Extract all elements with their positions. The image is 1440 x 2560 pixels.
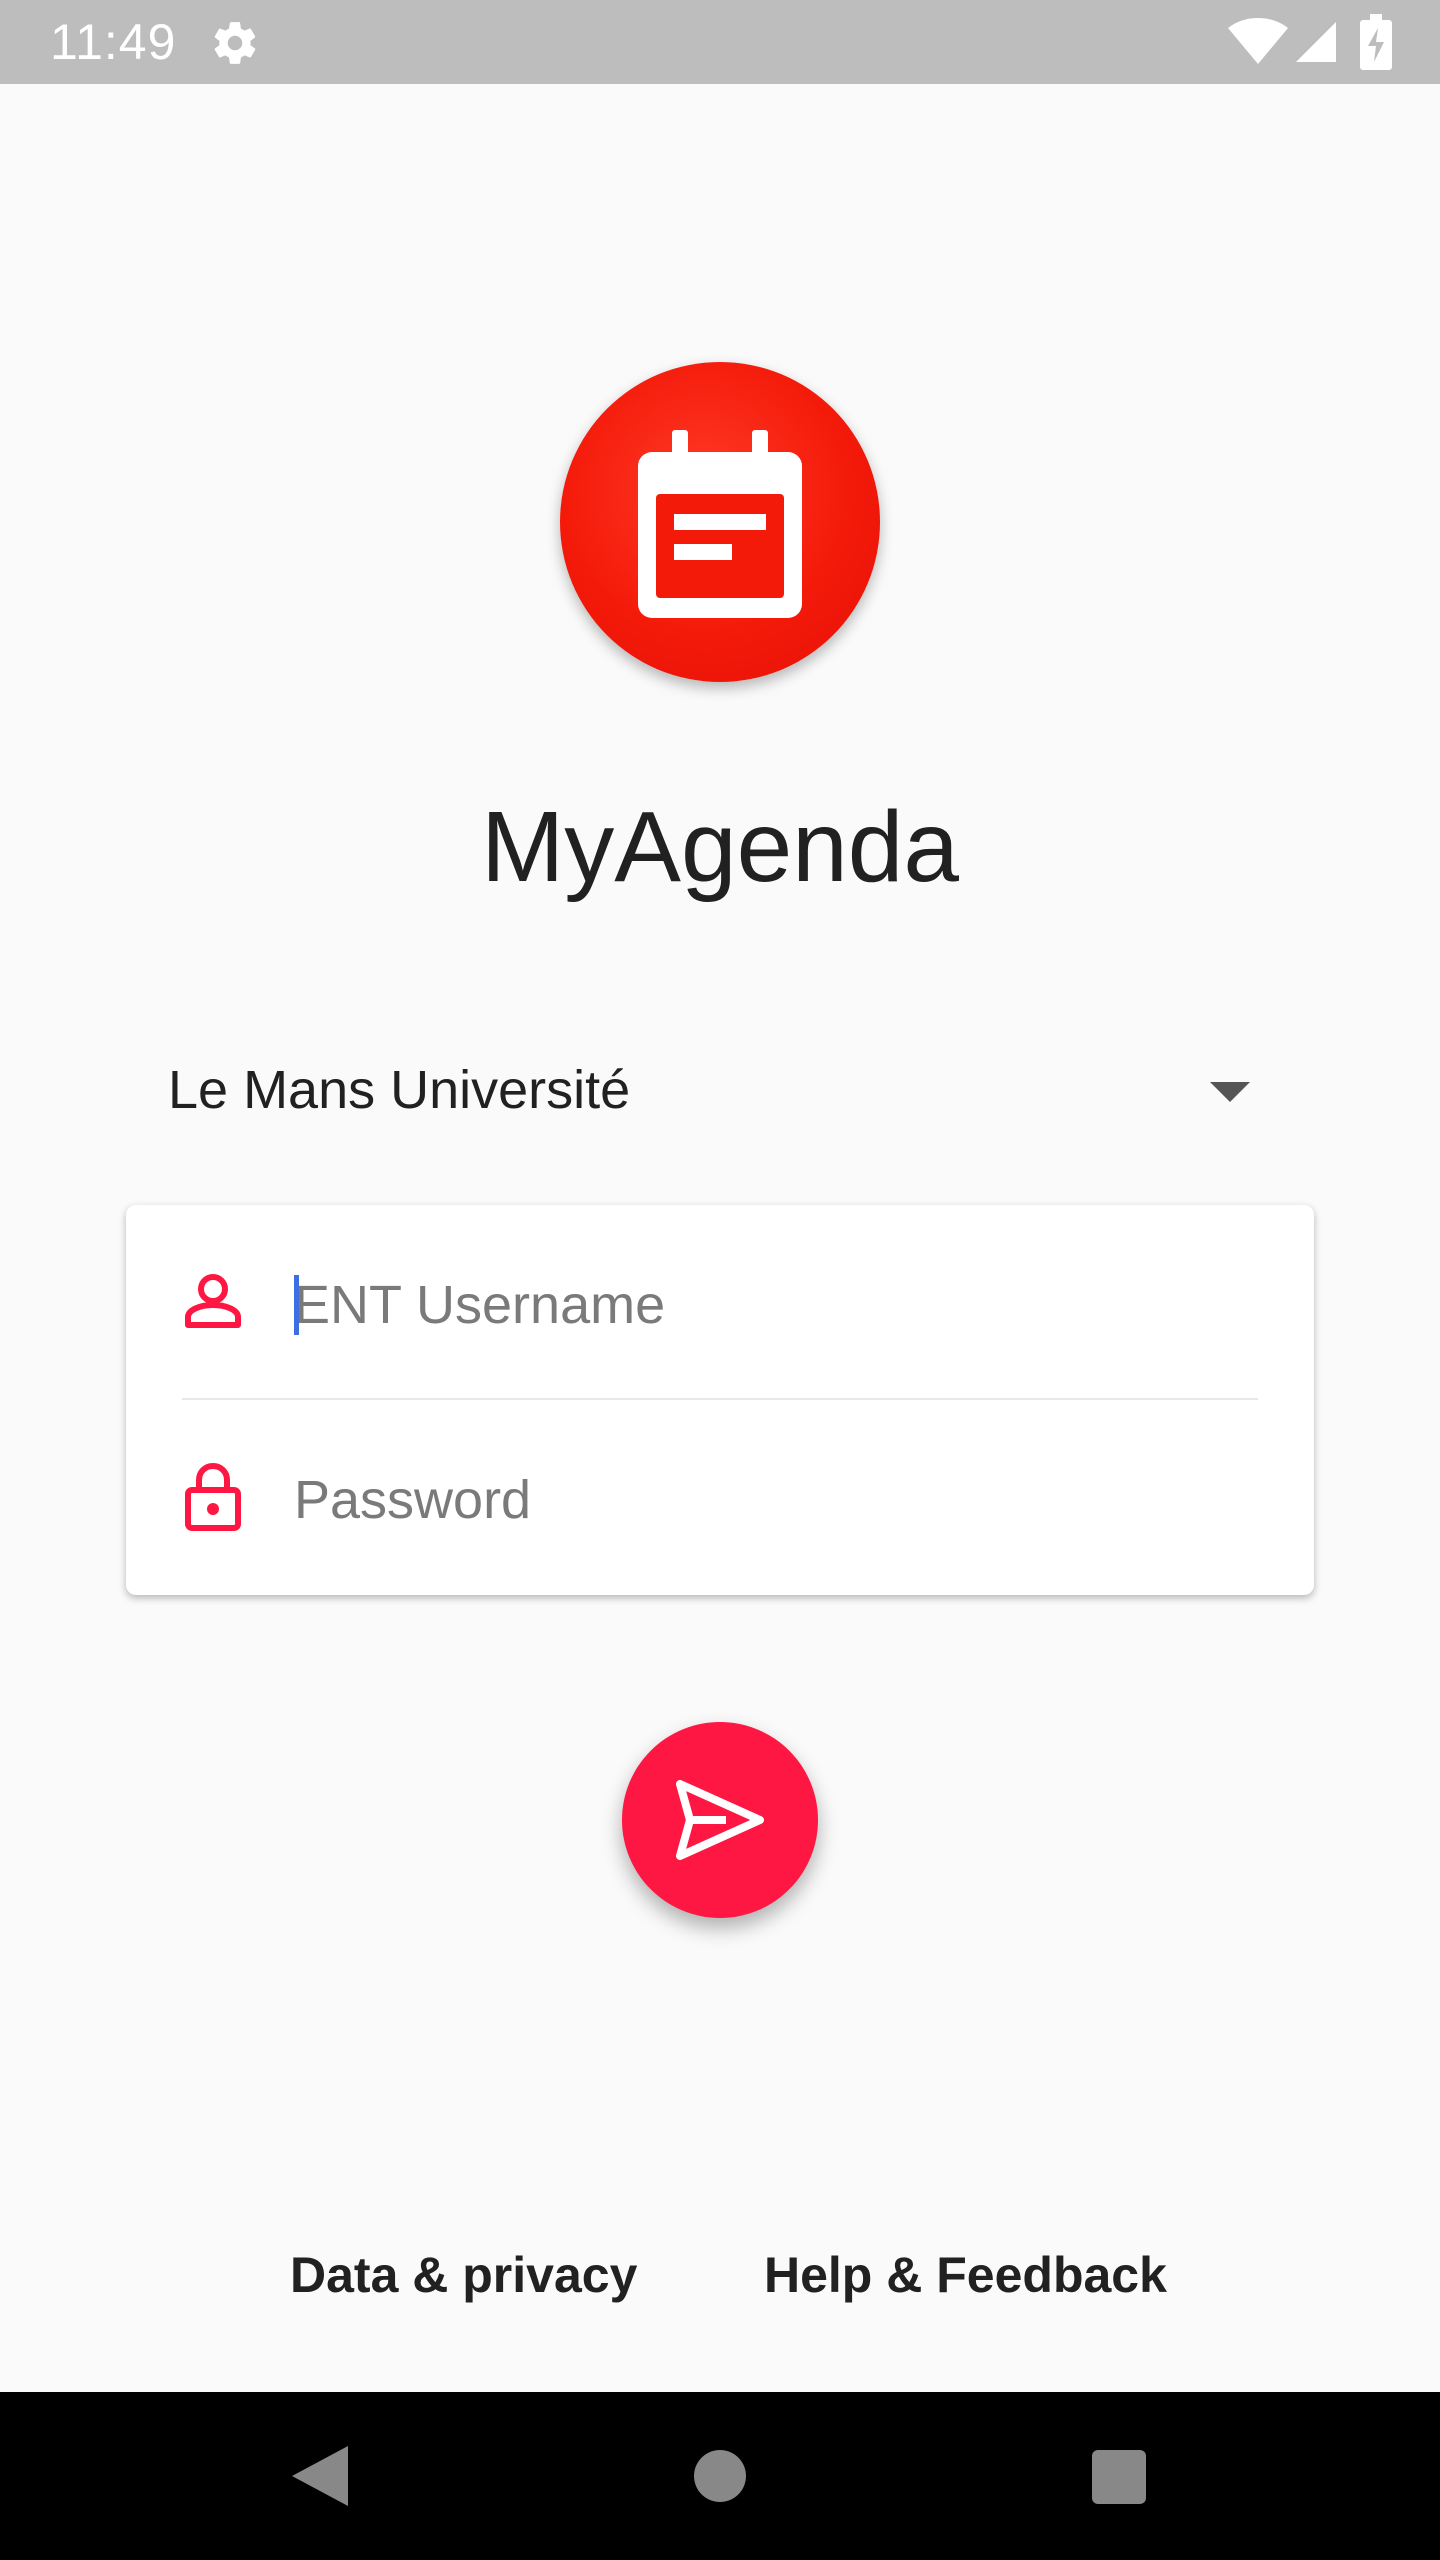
system-nav-bar [0, 2392, 1440, 2560]
university-dropdown[interactable]: Le Mans Université [168, 1050, 1258, 1130]
back-icon[interactable] [290, 2444, 350, 2508]
help-feedback-link[interactable]: Help & Feedback [764, 2245, 1167, 2305]
wifi-icon [1228, 18, 1288, 64]
login-card [126, 1205, 1314, 1595]
password-row [126, 1400, 1314, 1595]
text-cursor [294, 1275, 299, 1335]
status-time: 11:49 [50, 14, 177, 70]
login-submit-button[interactable] [622, 1722, 818, 1918]
password-input[interactable] [294, 1460, 1254, 1540]
university-selected-value: Le Mans Université [168, 1060, 631, 1120]
send-icon [676, 1780, 764, 1860]
home-icon[interactable] [694, 2450, 746, 2502]
person-icon [185, 1274, 241, 1328]
username-row [126, 1205, 1314, 1400]
recents-icon[interactable] [1092, 2450, 1146, 2504]
battery-charging-icon [1360, 14, 1392, 70]
settings-gear-icon [214, 22, 256, 64]
lock-icon [185, 1462, 241, 1531]
calendar-icon [638, 430, 802, 618]
app-title: MyAgenda [480, 791, 960, 903]
cell-signal-icon [1296, 22, 1336, 62]
username-input[interactable] [294, 1265, 1254, 1345]
status-bar: 11:49 [0, 0, 1440, 84]
dropdown-arrow-icon [1210, 1082, 1250, 1102]
data-privacy-link[interactable]: Data & privacy [290, 2245, 637, 2305]
